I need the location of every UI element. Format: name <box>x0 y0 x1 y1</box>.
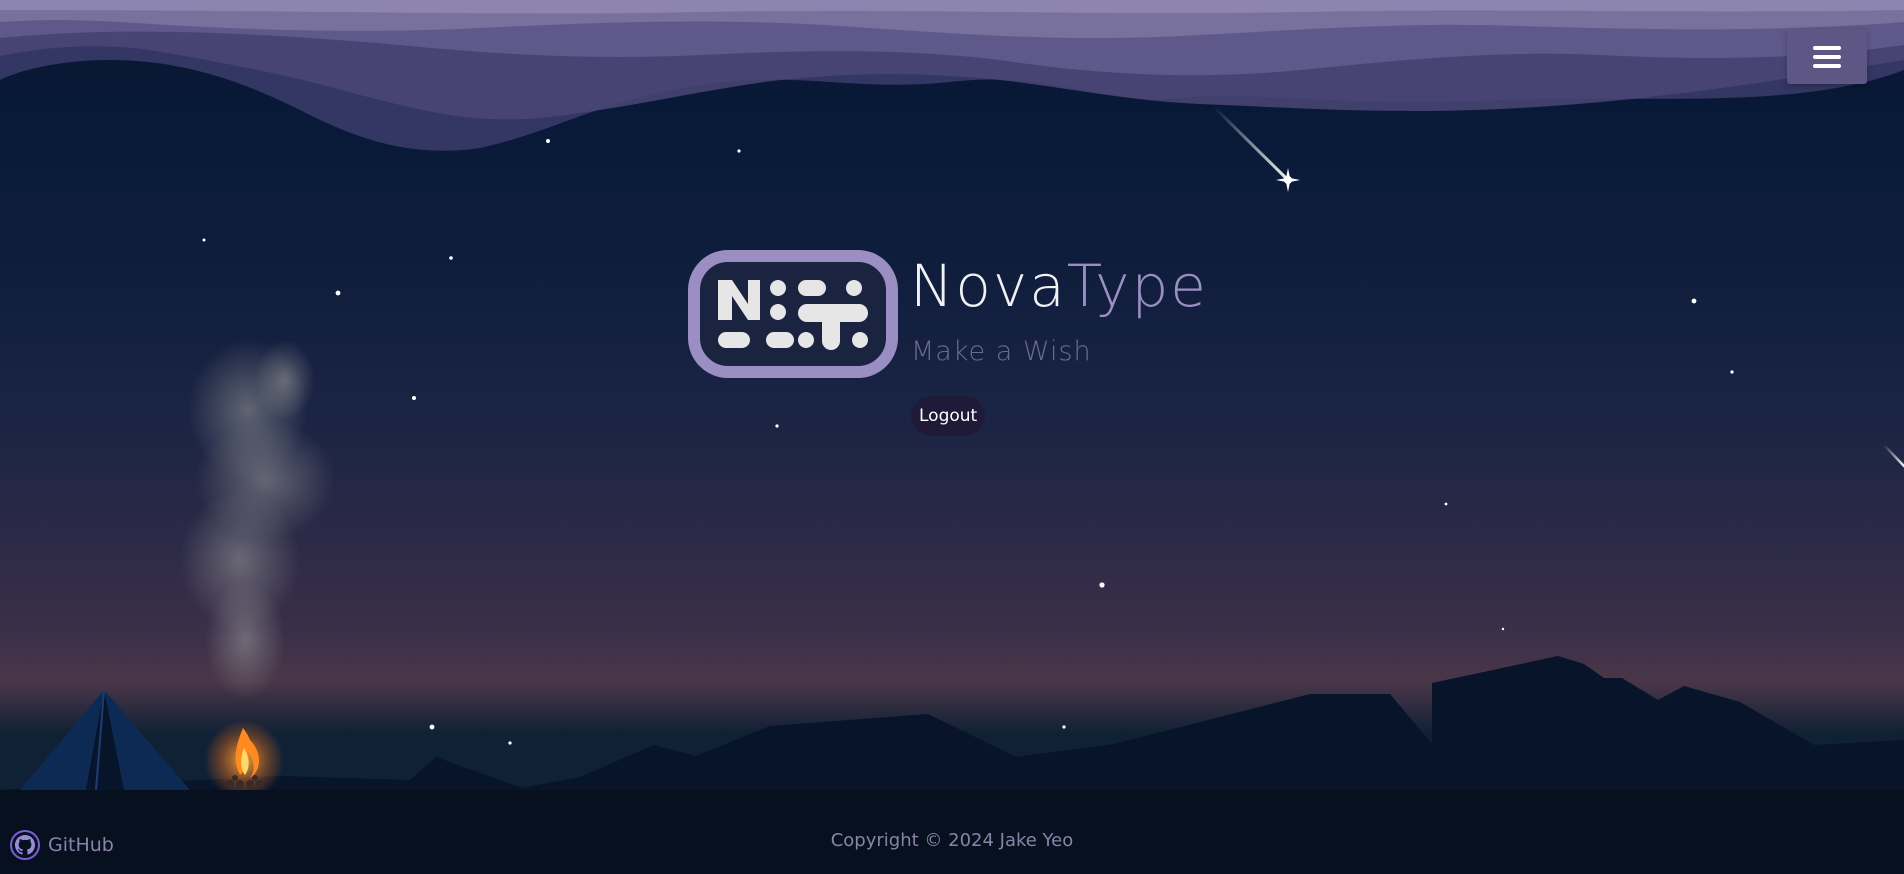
brand-header: NovaType Make a Wish <box>688 250 1208 380</box>
menu-button[interactable] <box>1787 29 1867 84</box>
hamburger-icon <box>1813 45 1841 50</box>
tagline: Make a Wish <box>911 336 1092 367</box>
copyright-text: Copyright © 2024 Jake Yeo <box>830 830 1074 851</box>
shooting-stars <box>1213 106 1904 468</box>
mountain-silhouette <box>0 656 1904 800</box>
novatype-logo <box>688 250 898 378</box>
cloud-layer <box>0 0 1904 151</box>
logout-button[interactable]: Logout <box>911 396 986 436</box>
campfire <box>204 720 284 800</box>
stars <box>202 139 1734 745</box>
tent <box>20 689 190 791</box>
campfire-smoke <box>180 340 335 700</box>
brand-name-nova: Nova <box>910 252 1067 320</box>
brand-name-type: Type <box>1066 252 1208 320</box>
night-sky-background <box>0 0 1904 874</box>
brand-title: NovaType <box>910 250 1208 322</box>
